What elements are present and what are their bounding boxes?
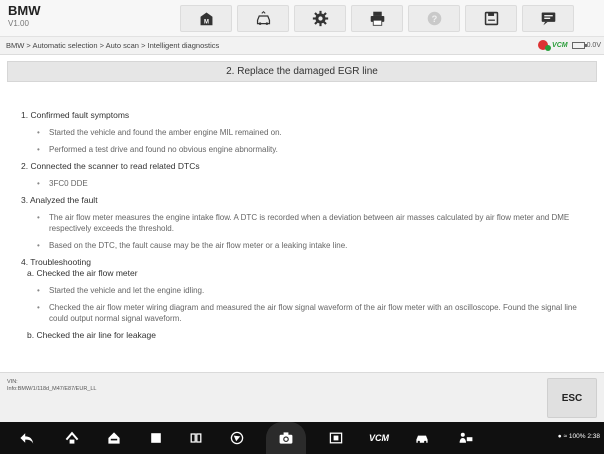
list-item: Started the vehicle and found the amber … (21, 127, 597, 138)
car-icon (416, 435, 428, 444)
battery-icon (571, 41, 587, 49)
vehicle-info-text: Info:BMW/1/118d_M47/E87/EUR_LL (7, 386, 97, 392)
wifi-icon: ≈ (563, 433, 568, 440)
car-icon (256, 10, 270, 25)
home-button[interactable]: M (180, 5, 232, 32)
recent-apps-button[interactable] (146, 428, 166, 448)
app-brand: BMW V1.00 (8, 4, 41, 28)
vin-label: VIN: (7, 379, 18, 385)
connection-status: VCM 0.0V (538, 40, 601, 51)
browser-button[interactable] (227, 428, 247, 448)
vehicle-info: VIN: Info:BMW/1/118d_M47/E87/EUR_LL (7, 379, 96, 393)
list-item: Based on the DTC, the fault cause may be… (21, 240, 597, 251)
location-icon: ● (557, 433, 562, 440)
voltage-indicator: 0.0V (571, 41, 601, 49)
vcm-status: VCM (552, 41, 568, 49)
svg-text:M: M (204, 20, 209, 26)
voltage-value: 0.0V (586, 41, 601, 49)
system-status-text: 100% 2:38 (568, 433, 600, 440)
back-button[interactable] (16, 428, 36, 448)
section-heading: 1. Confirmed fault symptoms (21, 110, 130, 120)
vcm-nav-label: VCM (369, 433, 389, 443)
vehicle-button[interactable] (237, 5, 289, 32)
back-icon (20, 433, 34, 444)
help-icon: ? (427, 11, 441, 26)
esc-button[interactable]: ESC (547, 378, 597, 418)
list-item: Performed a test drive and found no obvi… (21, 144, 597, 155)
subsection-heading: a. Checked the air flow meter (27, 268, 138, 278)
message-icon (541, 12, 555, 26)
remote-expert-button[interactable] (456, 428, 476, 448)
screenshot-button[interactable] (326, 428, 346, 448)
chevron-up-home-icon (65, 431, 79, 444)
print-icon (370, 11, 384, 26)
system-status: ● ≈ 100% 2:38 (558, 433, 600, 440)
subsection-heading: b. Checked the air line for leakage (27, 330, 156, 340)
top-toolbar: BMW V1.00 M ? (0, 0, 604, 37)
home-nav-button[interactable] (62, 428, 82, 448)
help-button[interactable]: ? (408, 5, 460, 32)
settings-icon (312, 10, 328, 27)
page-title: 2. Replace the damaged EGR line (7, 61, 597, 82)
house-nav-button[interactable] (104, 428, 124, 448)
section-heading: 3. Analyzed the fault (21, 195, 98, 205)
remote-expert-icon (459, 432, 473, 443)
footer-bar: VIN: Info:BMW/1/118d_M47/E87/EUR_LL ESC (0, 372, 604, 422)
breadcrumb-bar: BMW > Automatic selection > Auto scan > … (0, 37, 604, 55)
list-item: The air flow meter measures the engine i… (21, 212, 597, 234)
list-item: 3FC0 DDE (21, 178, 597, 189)
save-button[interactable] (465, 5, 517, 32)
split-screen-icon (190, 433, 202, 443)
section-heading: 4. Troubleshooting (21, 257, 91, 267)
vehicle-nav-button[interactable] (412, 428, 432, 448)
vcm-manager-button[interactable]: VCM (366, 428, 392, 448)
square-icon (151, 433, 161, 443)
screen-capture-icon (329, 432, 343, 444)
house-icon (108, 432, 120, 444)
section-heading: 2. Connected the scanner to read related… (21, 161, 200, 171)
app-name: BMW (8, 3, 41, 18)
list-item: Checked the air flow meter wiring diagra… (21, 302, 597, 324)
message-button[interactable] (522, 5, 574, 32)
breadcrumb: BMW > Automatic selection > Auto scan > … (6, 41, 220, 50)
print-button[interactable] (351, 5, 403, 32)
app-version: V1.00 (8, 19, 29, 28)
system-nav-bar: VCM ● ≈ 100% 2:38 (0, 422, 604, 454)
svg-text:?: ? (431, 14, 437, 24)
camera-button[interactable] (276, 428, 296, 448)
diagnostic-content[interactable]: 1. Confirmed fault symptoms Started the … (7, 82, 597, 370)
connection-status-icon (538, 40, 552, 51)
camera-icon (279, 432, 293, 444)
list-item: Started the vehicle and let the engine i… (21, 285, 597, 296)
home-icon: M (200, 12, 212, 26)
split-screen-button[interactable] (186, 428, 206, 448)
browser-icon (230, 431, 244, 445)
save-icon (484, 11, 498, 26)
settings-button[interactable] (294, 5, 346, 32)
